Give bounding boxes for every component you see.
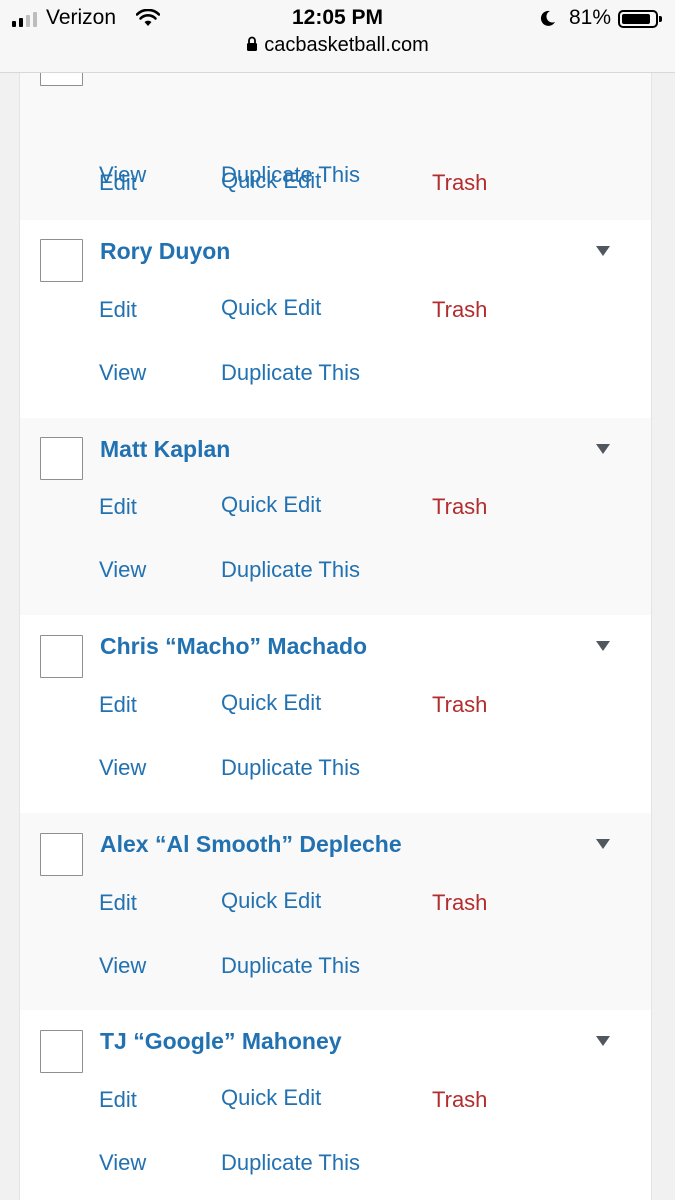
view-link[interactable]: View xyxy=(99,557,146,583)
edit-link[interactable]: Edit xyxy=(99,297,137,323)
list-item: Rory Duyon Edit Quick Edit Trash View Du… xyxy=(20,220,651,418)
toggle-row-icon[interactable] xyxy=(596,444,610,454)
trash-link[interactable]: Trash xyxy=(432,692,487,718)
edit-link[interactable]: Edit xyxy=(99,890,137,916)
trash-link[interactable]: Trash xyxy=(432,890,487,916)
view-link[interactable]: View xyxy=(99,162,146,188)
row-checkbox[interactable] xyxy=(40,1030,83,1073)
battery-percentage: 81% xyxy=(569,6,612,29)
trash-link[interactable]: Trash xyxy=(432,297,487,323)
edit-link[interactable]: Edit xyxy=(99,494,137,520)
quick-edit-link[interactable]: Quick Edit xyxy=(221,1085,321,1111)
trash-link[interactable]: Trash xyxy=(432,1087,487,1113)
battery-icon xyxy=(618,10,662,28)
quick-edit-link[interactable]: Quick Edit xyxy=(221,492,321,518)
quick-edit-link[interactable]: Quick Edit xyxy=(221,295,321,321)
toggle-row-icon[interactable] xyxy=(596,839,610,849)
address-bar[interactable]: cacbasketball.com xyxy=(0,34,675,58)
edit-link[interactable]: Edit xyxy=(99,692,137,718)
view-link[interactable]: View xyxy=(99,1150,146,1176)
view-link[interactable]: View xyxy=(99,755,146,781)
page-url: cacbasketball.com xyxy=(264,34,429,56)
status-bar: Verizon 12:05 PM 81% cacbasketball.com xyxy=(0,0,675,73)
post-title-link[interactable]: Alex “Al Smooth” Depleche xyxy=(100,831,402,858)
toggle-row-icon[interactable] xyxy=(596,246,610,256)
trash-link[interactable]: Trash xyxy=(432,494,487,520)
duplicate-link[interactable]: Duplicate This xyxy=(221,1150,360,1176)
row-checkbox[interactable] xyxy=(40,833,83,876)
duplicate-link[interactable]: Duplicate This xyxy=(221,755,360,781)
toggle-row-icon[interactable] xyxy=(596,1036,610,1046)
duplicate-link[interactable]: Duplicate This xyxy=(221,953,360,979)
row-checkbox[interactable] xyxy=(40,437,83,480)
post-list: Edit Quick Edit Trash View Duplicate Thi… xyxy=(19,0,652,1200)
quick-edit-link[interactable]: Quick Edit xyxy=(221,888,321,914)
view-link[interactable]: View xyxy=(99,360,146,386)
list-item: TJ “Google” Mahoney Edit Quick Edit Tras… xyxy=(20,1010,651,1200)
row-checkbox[interactable] xyxy=(40,239,83,282)
lock-icon xyxy=(246,35,258,58)
post-title-link[interactable]: Rory Duyon xyxy=(100,238,230,265)
row-checkbox[interactable] xyxy=(40,635,83,678)
post-title-link[interactable]: Chris “Macho” Machado xyxy=(100,633,367,660)
duplicate-link[interactable]: Duplicate This xyxy=(221,162,360,188)
post-title-link[interactable]: TJ “Google” Mahoney xyxy=(100,1028,342,1055)
do-not-disturb-moon-icon xyxy=(539,9,557,32)
duplicate-link[interactable]: Duplicate This xyxy=(221,360,360,386)
view-link[interactable]: View xyxy=(99,953,146,979)
list-item: Matt Kaplan Edit Quick Edit Trash View D… xyxy=(20,418,651,615)
list-item-actions: View Duplicate This xyxy=(20,156,651,220)
list-item: Alex “Al Smooth” Depleche Edit Quick Edi… xyxy=(20,813,651,1010)
post-title-link[interactable]: Matt Kaplan xyxy=(100,436,230,463)
duplicate-link[interactable]: Duplicate This xyxy=(221,557,360,583)
toggle-row-icon[interactable] xyxy=(596,641,610,651)
list-item: Chris “Macho” Machado Edit Quick Edit Tr… xyxy=(20,615,651,813)
quick-edit-link[interactable]: Quick Edit xyxy=(221,690,321,716)
edit-link[interactable]: Edit xyxy=(99,1087,137,1113)
